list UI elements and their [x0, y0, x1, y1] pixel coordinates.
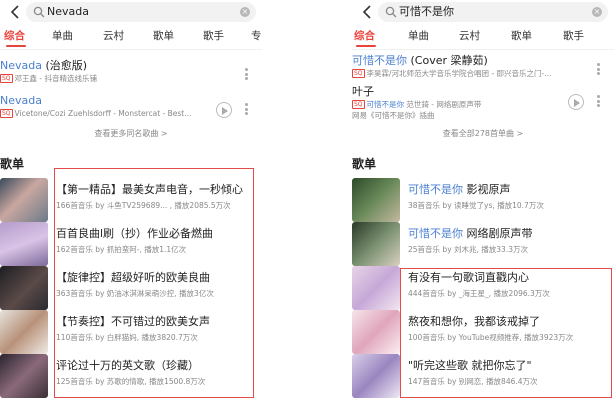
tab-community[interactable]: 云村: [103, 28, 124, 44]
song-meta: SQ 邓王鑫 - 抖音精选线乐铺: [0, 74, 98, 83]
more-songs-link[interactable]: 查看更多同名歌曲 >: [0, 128, 262, 140]
active-tab-indicator: [6, 45, 26, 47]
search-input[interactable]: 可惜不是你 ×: [378, 2, 608, 22]
playlist-cover-icon: [352, 310, 400, 354]
song-title: 可惜不是你 (Cover 梁静茹): [352, 54, 488, 67]
song-meta: SQ 李昊霖/河北师范大学音乐学院合唱团 - 即兴音乐之门-...: [352, 69, 552, 78]
section-title-playlists: 歌单: [0, 157, 25, 171]
song-item[interactable]: Nevada (治愈版) SQ 邓王鑫 - 抖音精选线乐铺: [0, 58, 262, 90]
song-title: 叶子: [352, 85, 374, 98]
search-icon: [385, 6, 397, 18]
search-results-panel-right: 可惜不是你 × 综合 单曲 云村 歌单 歌手 可惜不是你 (Cover 梁静茹)…: [352, 0, 614, 401]
tab-songs[interactable]: 单曲: [52, 28, 73, 44]
tab-divider: [0, 49, 262, 50]
song-item[interactable]: 可惜不是你 (Cover 梁静茹) SQ 李昊霖/河北师范大学音乐学院合唱团 - …: [352, 53, 614, 85]
playlist-cover-icon: [352, 178, 400, 222]
playlist-cover-icon: [0, 222, 48, 266]
playlist-cover-icon: [352, 222, 400, 266]
tab-songs[interactable]: 单曲: [408, 28, 429, 44]
song-item[interactable]: 叶子 SQ 可惜不是你 范世錡 - 网络剧原声带 网易《可惜不是你》插曲: [352, 84, 614, 120]
kebab-icon[interactable]: [597, 95, 600, 107]
playlist-cover-icon: [0, 266, 48, 310]
song-title: Nevada (治愈版): [0, 59, 88, 72]
tab-bar: 综合 单曲 云村 歌单 歌手 专: [0, 28, 262, 48]
clear-icon[interactable]: ×: [592, 7, 602, 17]
back-arrow-icon[interactable]: [8, 4, 22, 20]
song-meta: SQ 可惜不是你 范世錡 - 网络剧原声带: [352, 100, 482, 109]
kebab-icon[interactable]: [245, 103, 248, 115]
search-results-panel-left: Nevada × 综合 单曲 云村 歌单 歌手 专 Nevada (治愈版) S…: [0, 0, 262, 401]
search-query-text: Nevada: [47, 5, 89, 18]
tab-general[interactable]: 综合: [354, 28, 375, 44]
playlist-cover-icon: [0, 310, 48, 354]
song-item[interactable]: Nevada SQ Vicetone/Cozi Zuehlsdorff - Mon…: [0, 93, 262, 125]
playlist-cover-icon: [352, 266, 400, 310]
tab-artists[interactable]: 歌手: [203, 28, 224, 44]
more-songs-link[interactable]: 查看全部278首单曲 >: [352, 128, 614, 140]
tab-albums[interactable]: 专: [251, 28, 262, 44]
highlight-box: [400, 268, 612, 398]
playlist-cover-icon: [0, 354, 48, 398]
search-bar-row: Nevada ×: [0, 0, 262, 24]
tab-community[interactable]: 云村: [459, 28, 480, 44]
search-bar-row: 可惜不是你 ×: [352, 0, 614, 24]
tab-playlists[interactable]: 歌单: [511, 28, 532, 44]
playlist-meta: 25首音乐 by 刘木兆, 播放33.3万次: [408, 245, 528, 254]
search-query-text: 可惜不是你: [399, 5, 454, 18]
song-title: Nevada: [0, 94, 42, 107]
active-tab-indicator: [356, 45, 376, 47]
playlist-item[interactable]: 可惜不是你 影视原声 38首音乐 by 读睡觉了ys, 播放10.7万次: [352, 178, 614, 222]
playlist-item[interactable]: 可惜不是你 网络剧原声带 25首音乐 by 刘木兆, 播放33.3万次: [352, 222, 614, 266]
search-input[interactable]: Nevada ×: [26, 2, 256, 22]
clear-icon[interactable]: ×: [240, 7, 250, 17]
tab-artists[interactable]: 歌手: [563, 28, 584, 44]
tab-divider: [352, 49, 614, 50]
tab-bar: 综合 单曲 云村 歌单 歌手: [352, 28, 614, 48]
highlight-box: [54, 168, 254, 398]
kebab-icon[interactable]: [597, 63, 600, 75]
play-circle-icon[interactable]: [216, 102, 232, 118]
tab-general[interactable]: 综合: [4, 28, 25, 44]
section-title-playlists: 歌单: [352, 157, 377, 171]
playlist-title: 可惜不是你 网络剧原声带: [408, 227, 533, 240]
tab-playlists[interactable]: 歌单: [153, 28, 174, 44]
song-meta: SQ Vicetone/Cozi Zuehlsdorff - Monstercat…: [0, 109, 192, 118]
play-circle-icon[interactable]: [568, 94, 584, 110]
search-icon: [33, 6, 45, 18]
kebab-icon[interactable]: [245, 68, 248, 80]
playlist-meta: 38首音乐 by 读睡觉了ys, 播放10.7万次: [408, 201, 544, 210]
back-arrow-icon[interactable]: [360, 4, 374, 20]
playlist-cover-icon: [0, 178, 48, 222]
playlist-title: 可惜不是你 影视原声: [408, 183, 511, 196]
playlist-cover-icon: [352, 354, 400, 398]
song-extra-info: 网易《可惜不是你》插曲: [352, 111, 435, 120]
